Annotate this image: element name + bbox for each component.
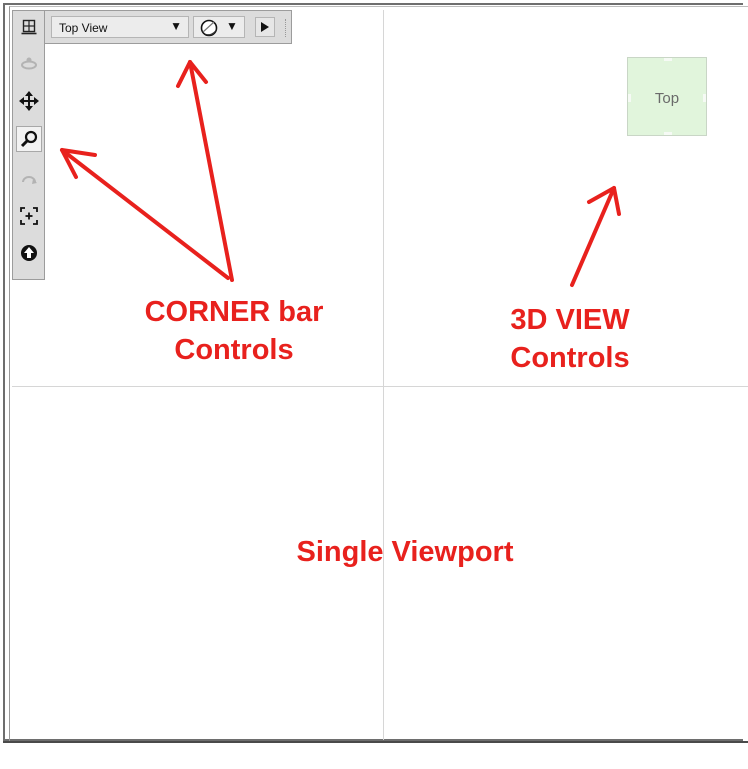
annotation-3d-view: 3D VIEW Controls xyxy=(470,301,670,377)
annotation-single-viewport: Single Viewport xyxy=(296,536,514,568)
annotation-corner-bar: CORNER bar Controls xyxy=(98,293,370,369)
annotation-arrow-to-toolbar xyxy=(188,60,234,282)
annotation-corner-bar-line1: CORNER bar xyxy=(144,296,324,328)
annotation-3d-view-line1: 3D VIEW xyxy=(510,304,630,336)
annotation-3d-view-line2: Controls xyxy=(510,342,630,374)
annotation-arrow-to-zoom xyxy=(60,148,230,280)
annotation-arrow-to-viewcube xyxy=(570,186,616,287)
annotation-corner-bar-line2: Controls xyxy=(174,334,294,366)
annotation-arrows xyxy=(60,60,621,287)
